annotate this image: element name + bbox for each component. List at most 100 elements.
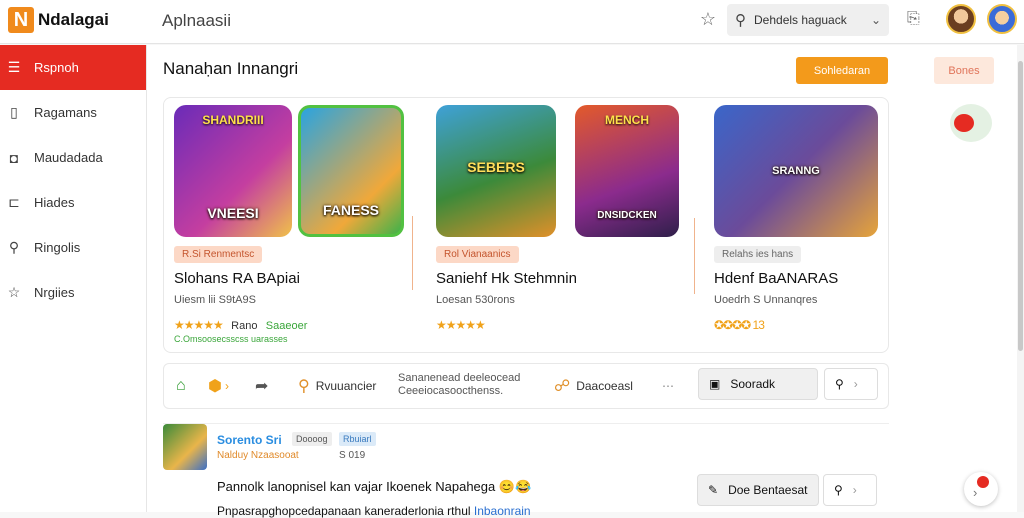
rating-stars: ★★★★★ Rano Saaeoer — [174, 318, 307, 332]
sidebar-item-hiades[interactable]: ⊏ Hiades — [0, 180, 146, 225]
game-thumbnail[interactable]: SEBERS — [436, 105, 556, 237]
search-more-button[interactable]: ⚲ › — [824, 368, 878, 400]
game-title[interactable]: Saniehf Hk Stehmnin — [436, 270, 577, 287]
game-subtitle: Uoedrh S Unnanqres — [714, 294, 818, 306]
sidebar-item-label: Rspnoh — [34, 60, 79, 75]
avatar-user-1[interactable] — [946, 4, 976, 34]
post-action-label: Doe Bentaesat — [728, 483, 808, 497]
post-thumbnail[interactable] — [163, 424, 207, 470]
game-card[interactable]: SHANDRIII VNEESI FANESS R.Si Renmentsc S… — [164, 98, 414, 352]
divider — [412, 216, 413, 290]
stars-icon: ★★★★★ — [174, 318, 224, 332]
avatar-user-2[interactable] — [987, 4, 1017, 34]
game-thumbnail[interactable]: FANESS — [298, 105, 404, 237]
link-icon: ☍ — [554, 378, 571, 395]
game-card[interactable]: SRANNG Relahs ies hans Hdenf BaANARAS Uo… — [704, 98, 888, 352]
sidebar-item-label: Hiades — [34, 195, 75, 210]
scrollbar[interactable] — [1017, 45, 1024, 512]
more-icon[interactable]: ⋯ — [662, 364, 674, 408]
search-text: Dehdels haguack — [754, 13, 847, 27]
search-icon: ⚲ — [8, 239, 20, 255]
post-author[interactable]: Sorento Sri — [217, 433, 282, 447]
post-search-button[interactable]: ⚲ › — [823, 474, 877, 506]
badge-icon[interactable]: ⬢ › — [208, 364, 229, 408]
category-pill: Relahs ies hans — [714, 246, 802, 263]
thumbnail-caption: DNSIDCKEN — [597, 210, 657, 221]
link-label: Daacoeasl — [576, 379, 633, 393]
notification-fab[interactable]: › — [964, 472, 998, 506]
share-icon[interactable]: ⎘ — [907, 10, 920, 28]
chevron-down-icon[interactable]: ⌄ — [871, 13, 881, 27]
action-description: Sananenead deeleocead Ceeeiocasoocthenss… — [398, 372, 520, 398]
folder-icon: ⊏ — [8, 194, 20, 210]
search-field[interactable]: ⚲ Dehdels haguack ⌄ — [727, 4, 889, 36]
sidebar-item-label: Ringolis — [34, 240, 81, 255]
star-icon[interactable]: ☆ — [697, 8, 719, 30]
game-card[interactable]: SEBERS MENCH DNSIDCKEN Rol Vianaanics Sa… — [426, 98, 694, 352]
card-icon: ▣ — [709, 377, 721, 391]
thumbnail-caption: MENCH — [605, 113, 649, 127]
post-count: S 019 — [339, 450, 366, 461]
list-icon: ☰ — [7, 59, 21, 75]
share-icon[interactable]: ➦ — [255, 364, 268, 408]
action-button-label: Sooradk — [730, 377, 776, 391]
thumbnail-caption: SEBERS — [467, 159, 525, 175]
game-thumbnail[interactable]: SRANNG — [714, 105, 878, 237]
primary-button[interactable]: Sohledaran — [796, 57, 888, 84]
edit-icon: ✎ — [708, 483, 719, 497]
post-action-button[interactable]: ✎ Doe Bentaesat — [697, 474, 819, 506]
arrow-icon: › — [973, 485, 978, 500]
sidebar-item-label: Maudadada — [34, 150, 103, 165]
post-tag: Rbuiarl — [339, 432, 376, 446]
thumbnail-caption: SHANDRIII — [202, 113, 264, 127]
scrollbar-thumb[interactable] — [1018, 61, 1023, 351]
sidebar-item-rspnoh[interactable]: ☰ Rspnoh — [0, 45, 146, 90]
category-pill: R.Si Renmentsc — [174, 246, 263, 263]
app-logo[interactable]: N Ndalagai — [8, 7, 109, 33]
rating-note: Saaeoer — [265, 320, 308, 332]
description-line: Ceeeiocasoocthenss. — [398, 385, 504, 397]
window-title: Aplnaasii — [162, 11, 231, 30]
post-body: Pannolk lanopnisel kan vajar Ikoenek Nap… — [217, 479, 532, 494]
search-icon: ⚲ — [735, 12, 746, 29]
more-icon: › — [853, 377, 858, 391]
sidebar-item-ringolis[interactable]: ⚲ Ringolis — [0, 225, 146, 270]
reviewer-icon: ⚲ — [298, 378, 310, 395]
thumbnail-caption: SRANNG — [772, 165, 820, 177]
game-cards-panel: SHANDRIII VNEESI FANESS R.Si Renmentsc S… — [163, 97, 889, 353]
game-meta: C.Omsoosecsscss uarasses — [174, 334, 288, 344]
post-handle: Nalduy Nzaasooat — [217, 450, 299, 461]
action-button[interactable]: ▣ Sooradk — [698, 368, 818, 400]
logo-text: Ndalagai — [38, 10, 109, 29]
sidebar-item-label: Nrgiies — [34, 285, 75, 300]
rating-stars: ★★★★★ — [436, 318, 486, 332]
secondary-button[interactable]: Bones — [934, 57, 994, 84]
reviewer-label: Rvuuancier — [315, 379, 377, 393]
sidebar: ☰ Rspnoh ▯ Ragamans ◘ Maudadada ⊏ Hiades… — [0, 45, 147, 512]
sidebar-item-label: Ragamans — [34, 105, 97, 120]
game-thumbnail[interactable]: SHANDRIII VNEESI — [174, 105, 292, 237]
toggle-knob — [954, 114, 974, 132]
notification-dot-icon — [977, 476, 989, 488]
star-icon: ☆ — [7, 284, 21, 300]
description-line: Sananenead deeleocead — [398, 372, 521, 384]
home-icon[interactable]: ⌂ — [176, 364, 186, 408]
sidebar-item-maudadada[interactable]: ◘ Maudadada — [0, 135, 146, 180]
sidebar-item-nrgiies[interactable]: ☆ Nrgiies — [0, 270, 146, 315]
thumbnail-caption: VNEESI — [207, 205, 259, 221]
game-title[interactable]: Hdenf BaANARAS — [714, 270, 838, 287]
reviewer-link[interactable]: ⚲ Rvuuancier — [298, 364, 376, 408]
game-subtitle: Loesan 530rons — [436, 294, 515, 306]
game-title[interactable]: Slohans RA BApiai — [174, 270, 300, 287]
search-icon: ⚲ — [834, 483, 843, 497]
toggle-switch[interactable] — [950, 104, 992, 142]
monitor-icon: ◘ — [9, 149, 19, 166]
secondary-link[interactable]: ☍ Daacoeasl — [554, 364, 633, 408]
game-subtitle: Uiesm lii S9tA9S — [174, 294, 256, 306]
game-thumbnail[interactable]: MENCH DNSIDCKEN — [575, 105, 679, 237]
sidebar-item-ragamans[interactable]: ▯ Ragamans — [0, 90, 146, 135]
post-body-text: Pnpasrapghopcedapanaan kaneraderlonia rt… — [217, 504, 474, 518]
post-link[interactable]: Inbaonrain — [474, 504, 531, 518]
post-item: Sorento Sri Doooog Rbuiarl Nalduy Nzaaso… — [163, 423, 889, 518]
divider — [694, 218, 695, 294]
